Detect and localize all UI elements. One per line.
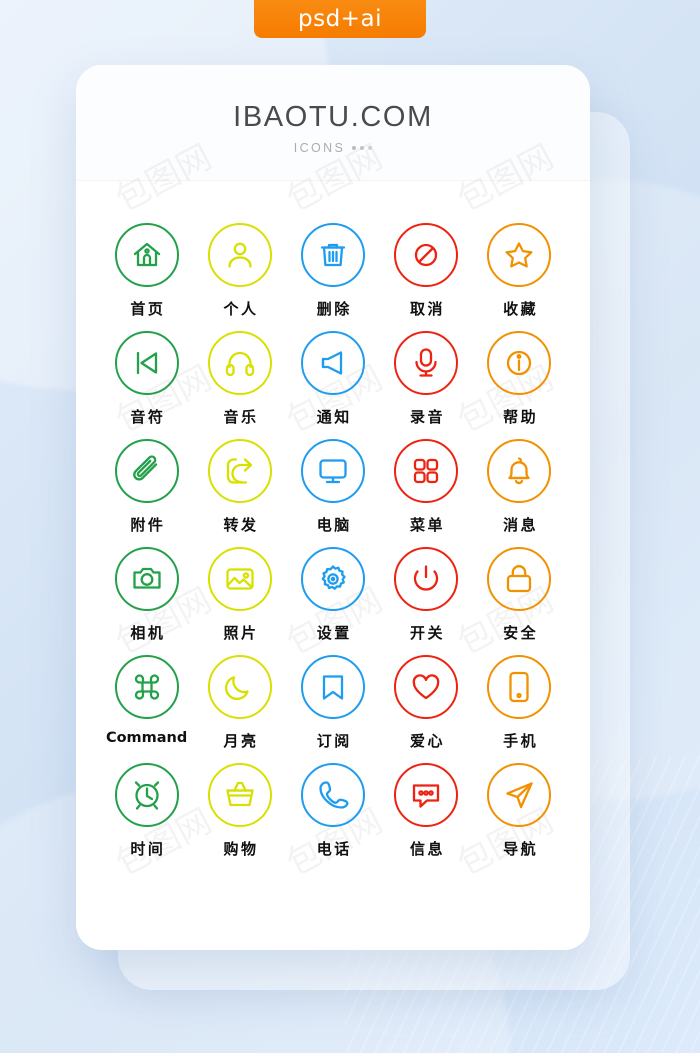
lock-icon[interactable] — [487, 547, 552, 611]
monitor-icon[interactable] — [300, 439, 365, 503]
speaker-icon[interactable] — [300, 331, 365, 395]
icon-label: 电话 — [316, 840, 352, 858]
icon-label: 转发 — [223, 516, 259, 534]
microphone-icon[interactable] — [394, 331, 459, 395]
home-icon[interactable] — [114, 223, 179, 287]
power-icon[interactable] — [394, 547, 459, 611]
icon-label: 附件 — [130, 516, 166, 534]
headphones-icon[interactable] — [207, 331, 272, 395]
icon-cell-monitor[interactable]: 电脑 — [286, 439, 379, 535]
icon-label: 个人 — [223, 300, 259, 318]
icon-cell-chat-bubble[interactable]: 信息 — [380, 763, 473, 859]
clock-icon[interactable] — [114, 763, 179, 827]
icon-cell-mobile-phone[interactable]: 手机 — [473, 655, 566, 751]
moon-icon[interactable] — [207, 655, 272, 719]
icon-cell-telephone[interactable]: 电话 — [286, 763, 379, 859]
icon-label: 相机 — [130, 624, 166, 642]
icon-cell-bookmark[interactable]: 订阅 — [286, 655, 379, 751]
dots-decoration — [352, 146, 373, 150]
icon-cell-person[interactable]: 个人 — [193, 223, 286, 319]
page-subtitle: ICONS — [293, 141, 346, 155]
icon-label: 照片 — [223, 624, 259, 642]
icon-cell-microphone[interactable]: 录音 — [380, 331, 473, 427]
person-icon[interactable] — [207, 223, 272, 287]
icon-cell-camera[interactable]: 相机 — [100, 547, 193, 643]
icon-cell-forward[interactable]: 转发 — [193, 439, 286, 535]
icon-label: 首页 — [130, 300, 166, 318]
icon-cell-bell[interactable]: 消息 — [473, 439, 566, 535]
gear-icon[interactable] — [300, 547, 365, 611]
icon-cell-cancel[interactable]: 取消 — [380, 223, 473, 319]
card-header: IBAOTU.COM ICONS — [76, 65, 590, 181]
subtitle-row: ICONS — [76, 141, 590, 155]
icon-cell-gear[interactable]: 设置 — [286, 547, 379, 643]
icon-label: 收藏 — [503, 300, 539, 318]
icon-cell-clock[interactable]: 时间 — [100, 763, 193, 859]
paperclip-icon[interactable] — [114, 439, 179, 503]
grid-menu-icon[interactable] — [394, 439, 459, 503]
icon-label: 订阅 — [316, 732, 352, 750]
trash-icon[interactable] — [300, 223, 365, 287]
icon-label: 时间 — [130, 840, 166, 858]
icon-grid: 首页 个人 删除 取消 收藏音符 音乐 通知 录音 帮助附件 转发 电脑 菜单 消息相机 照片 设置 开关 安全… — [76, 181, 590, 889]
bookmark-icon[interactable] — [300, 655, 365, 719]
icon-label: 消息 — [503, 516, 539, 534]
icon-cell-shopping-basket[interactable]: 购物 — [193, 763, 286, 859]
icon-cell-star[interactable]: 收藏 — [473, 223, 566, 319]
mobile-phone-icon[interactable] — [487, 655, 552, 719]
icon-cell-paperclip[interactable]: 附件 — [100, 439, 193, 535]
icon-label: 删除 — [316, 300, 352, 318]
icon-label: 信息 — [409, 840, 445, 858]
icon-cell-speaker[interactable]: 通知 — [286, 331, 379, 427]
icon-label: 菜单 — [409, 516, 445, 534]
psd-ai-badge: psd+ai — [254, 0, 426, 38]
icon-cell-photo[interactable]: 照片 — [193, 547, 286, 643]
icon-cell-navigation[interactable]: 导航 — [473, 763, 566, 859]
cancel-icon[interactable] — [394, 223, 459, 287]
icon-cell-command[interactable]: Command — [100, 655, 193, 751]
icon-label: Command — [105, 730, 188, 746]
icon-label: 录音 — [409, 408, 445, 426]
icon-label: 爱心 — [409, 732, 445, 750]
shopping-basket-icon[interactable] — [207, 763, 272, 827]
chat-bubble-icon[interactable] — [394, 763, 459, 827]
camera-icon[interactable] — [114, 547, 179, 611]
icon-label: 音乐 — [223, 408, 259, 426]
star-icon[interactable] — [487, 223, 552, 287]
icon-label: 导航 — [503, 840, 539, 858]
icon-cell-moon[interactable]: 月亮 — [193, 655, 286, 751]
forward-icon[interactable] — [207, 439, 272, 503]
icon-label: 月亮 — [223, 732, 259, 750]
navigation-icon[interactable] — [487, 763, 552, 827]
info-icon[interactable] — [487, 331, 552, 395]
icon-label: 开关 — [409, 624, 445, 642]
icon-label: 安全 — [503, 624, 539, 642]
bell-icon[interactable] — [487, 439, 552, 503]
icon-label: 购物 — [223, 840, 259, 858]
icon-cell-headphones[interactable]: 音乐 — [193, 331, 286, 427]
icon-cell-home[interactable]: 首页 — [100, 223, 193, 319]
icon-cell-grid-menu[interactable]: 菜单 — [380, 439, 473, 535]
telephone-icon[interactable] — [300, 763, 365, 827]
heart-icon[interactable] — [394, 655, 459, 719]
photo-icon[interactable] — [207, 547, 272, 611]
icon-cell-info[interactable]: 帮助 — [473, 331, 566, 427]
icon-label: 电脑 — [316, 516, 352, 534]
command-icon[interactable] — [114, 655, 179, 719]
icon-cell-previous-track[interactable]: 音符 — [100, 331, 193, 427]
icon-cell-trash[interactable]: 删除 — [286, 223, 379, 319]
page-title: IBAOTU.COM — [233, 101, 433, 133]
previous-track-icon[interactable] — [114, 331, 179, 395]
icon-label: 取消 — [409, 300, 445, 318]
icon-label: 通知 — [316, 408, 352, 426]
icon-set-card: IBAOTU.COM ICONS 包图网 包图网 包图网 包图网 包图网 包图网 包图网 包图… — [76, 65, 590, 950]
icon-cell-power[interactable]: 开关 — [380, 547, 473, 643]
icon-cell-lock[interactable]: 安全 — [473, 547, 566, 643]
icon-label: 帮助 — [503, 408, 539, 426]
icon-label: 设置 — [316, 624, 352, 642]
icon-label: 手机 — [503, 732, 539, 750]
icon-cell-heart[interactable]: 爱心 — [380, 655, 473, 751]
icon-label: 音符 — [130, 408, 166, 426]
